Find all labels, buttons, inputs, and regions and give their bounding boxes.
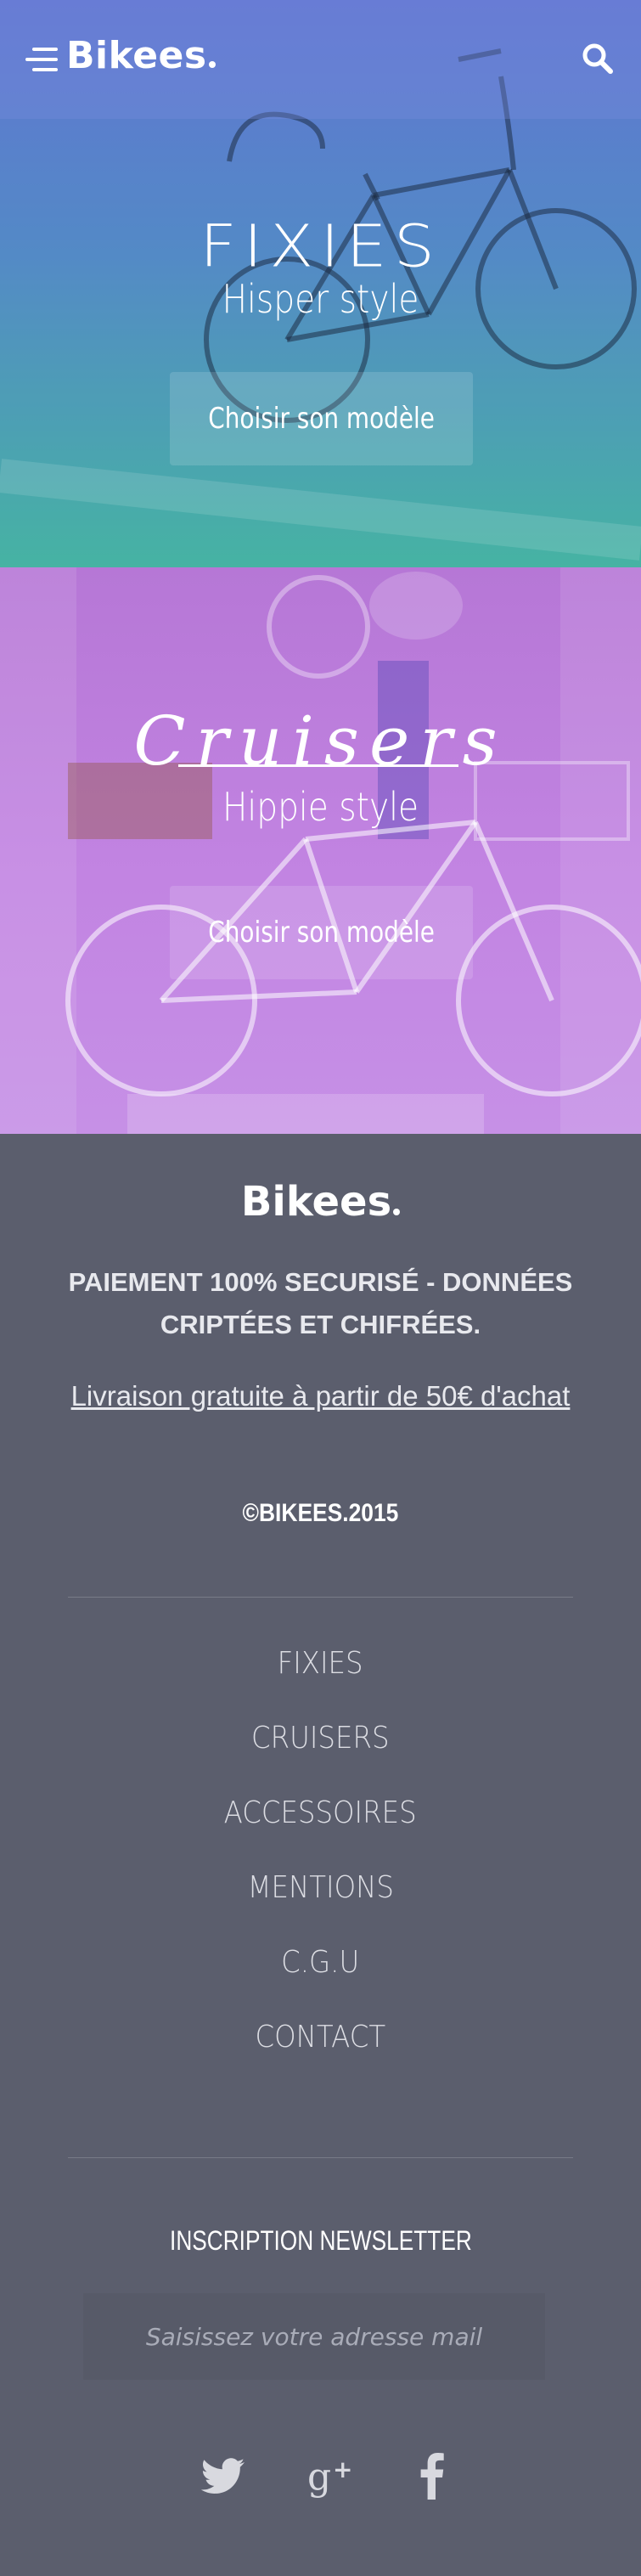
secure-payment-text: PAIEMENT 100% SECURISÉ - DONNÉES CRIPTÉE…: [68, 1267, 573, 1339]
hero-cruisers-subtitle: Hippie style: [222, 784, 419, 830]
search-icon[interactable]: [582, 42, 614, 75]
footer-nav: FIXIES CRUISERS ACCESSOIRES MENTIONS C.G…: [0, 1626, 641, 2075]
footer-logo[interactable]: Bikees: [0, 1178, 641, 1226]
twitter-icon[interactable]: [197, 2450, 248, 2501]
footer-nav-contact[interactable]: CONTACT: [0, 2000, 641, 2075]
hero-fixies: Bikees FIXIES Hisper style Choisir son m…: [0, 0, 641, 567]
copyright-text: ©BIKEES.2015: [242, 1499, 399, 1527]
title-underline: [178, 764, 458, 767]
footer-nav-accessoires[interactable]: ACCESSOIRES: [0, 1776, 641, 1851]
nav-label: CRUISERS: [251, 1721, 390, 1756]
footer-logo-text: Bikees: [240, 1178, 392, 1226]
logo-text: Bikees: [66, 34, 207, 77]
footer-nav-cgu[interactable]: C.G.U: [0, 1925, 641, 2000]
choose-model-button-cruisers[interactable]: Choisir son modèle: [170, 886, 473, 979]
newsletter-title: INSCRIPTION NEWSLETTER: [0, 2225, 641, 2257]
cta-label: Choisir son modèle: [208, 916, 435, 950]
facebook-icon[interactable]: [408, 2450, 458, 2501]
footer-nav-mentions[interactable]: MENTIONS: [0, 1851, 641, 1925]
hero-cruisers-title: Cruisers: [133, 702, 508, 781]
newsletter-email-input[interactable]: [83, 2293, 545, 2380]
hero-fixies-subtitle: Hisper style: [222, 276, 419, 322]
footer-nav-fixies[interactable]: FIXIES: [0, 1626, 641, 1701]
nav-label: C.G.U: [281, 1945, 360, 1980]
nav-label: MENTIONS: [247, 1870, 394, 1905]
free-delivery-link[interactable]: Livraison gratuite à partir de 50€ d'ach…: [0, 1380, 641, 1412]
newsletter-title-text: INSCRIPTION NEWSLETTER: [169, 2225, 472, 2256]
nav-label: FIXIES: [278, 1646, 363, 1681]
svg-text:+: +: [333, 2455, 352, 2483]
hamburger-menu-icon[interactable]: [25, 44, 59, 75]
footer-nav-cruisers[interactable]: CRUISERS: [0, 1701, 641, 1776]
choose-model-button-fixies[interactable]: Choisir son modèle: [170, 372, 473, 465]
logo[interactable]: Bikees: [66, 34, 216, 77]
divider: [68, 2157, 573, 2158]
google-plus-icon[interactable]: g +: [306, 2450, 357, 2501]
copyright: ©BIKEES.2015: [0, 1499, 641, 1528]
logo-dot: [208, 61, 216, 68]
hero-cruisers: Cruisers Hippie style Choisir son modèle: [0, 567, 641, 1134]
logo-dot: [393, 1209, 401, 1215]
hero-fixies-title: FIXIES: [200, 211, 441, 280]
nav-label: ACCESSOIRES: [223, 1795, 418, 1830]
page: Bikees FIXIES Hisper style Choisir son m…: [0, 0, 641, 2576]
divider: [68, 1597, 573, 1598]
footer: Bikees PAIEMENT 100% SECURISÉ - DONNÉES …: [0, 1134, 641, 2576]
nav-label: CONTACT: [255, 2020, 386, 2055]
cruiser-bike-photo: [0, 567, 641, 1134]
svg-text:g: g: [307, 2455, 331, 2499]
cta-label: Choisir son modèle: [208, 402, 435, 436]
